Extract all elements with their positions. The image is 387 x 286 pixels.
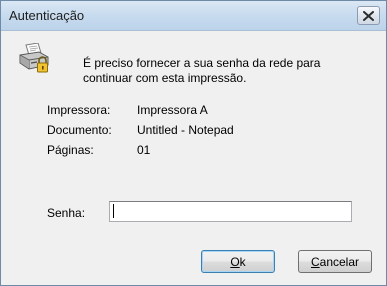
printer-value: Impressora A — [137, 103, 208, 117]
ok-button[interactable]: Ok — [201, 250, 275, 273]
cancel-button[interactable]: Cancelar — [298, 250, 372, 273]
auth-dialog: Autenticação É preciso fornecer a sua se… — [0, 0, 387, 286]
auth-message: É preciso fornecer a sua senha da rede p… — [83, 56, 321, 85]
printer-label: Impressora: — [47, 103, 111, 117]
password-input[interactable] — [109, 201, 352, 222]
title-bar[interactable]: Autenticação — [1, 1, 386, 31]
dialog-content: É preciso fornecer a sua senha da rede p… — [1, 31, 386, 285]
cancel-button-label: Cancelar — [310, 254, 360, 269]
document-value: Untitled - Notepad — [137, 123, 234, 137]
close-icon — [363, 10, 374, 21]
printer-lock-icon — [19, 43, 49, 73]
window-title: Autenticação — [9, 8, 85, 23]
document-label: Documento: — [47, 123, 112, 137]
password-label: Senha: — [47, 206, 86, 220]
pages-value: 01 — [137, 143, 151, 157]
ok-button-label: Ok — [230, 254, 246, 269]
close-button[interactable] — [357, 6, 380, 25]
pages-label: Páginas: — [47, 143, 94, 157]
text-caret — [113, 204, 114, 218]
